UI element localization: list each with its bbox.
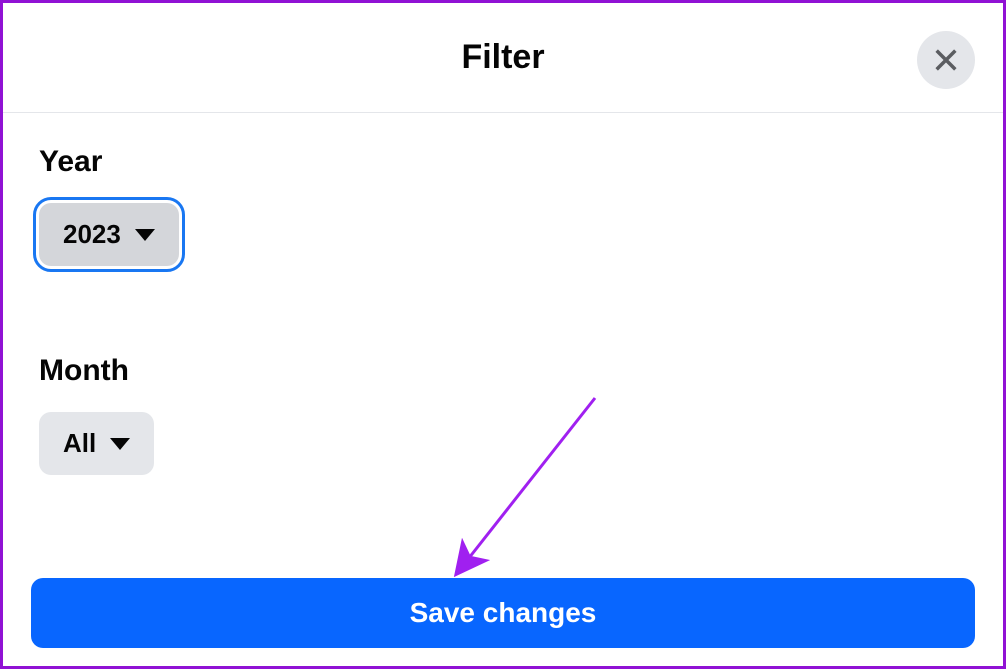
- save-changes-button[interactable]: Save changes: [31, 578, 975, 648]
- dialog-header: Filter: [3, 3, 1003, 113]
- chevron-down-icon: [135, 229, 155, 241]
- month-label: Month: [39, 354, 967, 388]
- close-button[interactable]: [917, 31, 975, 89]
- dialog-content: Year 2023 Month All: [3, 113, 1003, 595]
- month-dropdown-value: All: [63, 428, 96, 459]
- year-dropdown[interactable]: 2023: [39, 203, 179, 266]
- year-label: Year: [39, 145, 967, 179]
- dialog-title: Filter: [461, 38, 544, 77]
- close-icon: [932, 46, 960, 74]
- year-group: Year 2023: [39, 145, 967, 266]
- month-group: Month All: [39, 354, 967, 475]
- year-dropdown-value: 2023: [63, 219, 121, 250]
- chevron-down-icon: [110, 438, 130, 450]
- month-dropdown[interactable]: All: [39, 412, 154, 475]
